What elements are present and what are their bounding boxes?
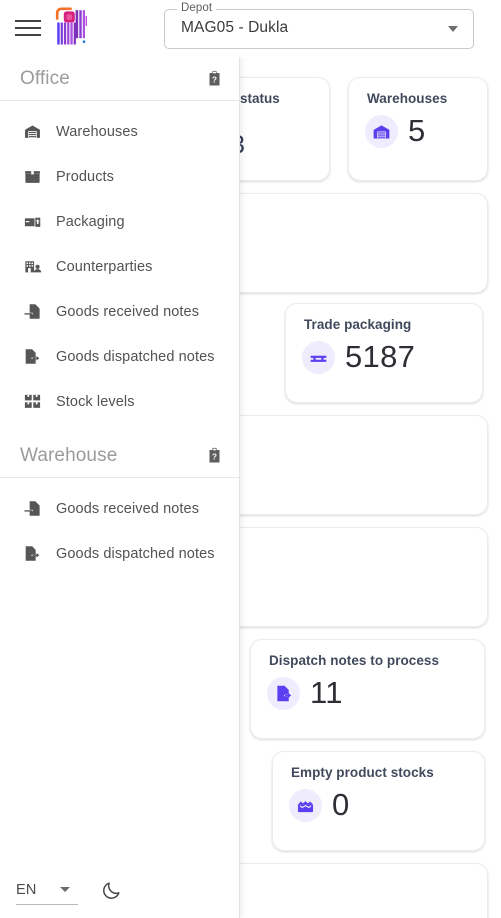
sidebar-item-wh-goods-dispatched-notes[interactable]: Goods dispatched notes <box>0 531 239 576</box>
stat-card-dispatch-notes[interactable]: Dispatch notes to process 11 <box>250 639 485 739</box>
stat-card-warehouses[interactable]: Warehouses 5 <box>348 77 488 181</box>
app-root: n status 3 Warehouses 5 <box>0 0 501 918</box>
sidebar-item-label: Stock levels <box>56 393 135 410</box>
sidebar-item-label: Goods dispatched notes <box>56 545 215 562</box>
goods-dispatched-icon <box>267 676 300 710</box>
stat-card-value: 5 <box>408 113 426 148</box>
drawer-footer: EN <box>0 862 239 918</box>
stat-card-title: Warehouses <box>367 91 448 106</box>
clipboard-help-icon[interactable]: ? <box>205 446 223 465</box>
goods-dispatched-icon <box>20 345 44 369</box>
dark-mode-toggle[interactable] <box>96 875 126 905</box>
menu-bar <box>15 20 41 22</box>
stat-card-title: Dispatch notes to process <box>269 653 440 668</box>
menu-bar <box>15 27 41 29</box>
svg-text:?: ? <box>212 76 217 85</box>
package-icon <box>20 165 44 189</box>
sidebar-item-goods-dispatched-notes[interactable]: Goods dispatched notes <box>0 334 239 379</box>
goods-dispatched-icon <box>20 542 44 566</box>
sidebar-item-warehouses[interactable]: Warehouses <box>0 109 239 154</box>
stat-card-value: 5187 <box>345 339 416 374</box>
barcode-logo[interactable] <box>54 5 90 49</box>
sidebar-item-label: Warehouses <box>56 123 138 140</box>
stat-card-title: Empty product stocks <box>291 765 434 780</box>
sidebar-item-products[interactable]: Products <box>0 154 239 199</box>
pallet-icon <box>302 340 335 374</box>
stat-card-value: 11 <box>310 675 343 710</box>
sidebar-item-goods-received-notes[interactable]: Goods received notes <box>0 289 239 334</box>
chevron-down-icon <box>60 887 70 892</box>
warehouse-icon <box>365 114 398 148</box>
sidebar-item-stock-levels[interactable]: Stock levels <box>0 379 239 424</box>
top-app-bar: Depot MAG05 - Dukla <box>0 0 501 57</box>
sidebar-item-label: Counterparties <box>56 258 153 275</box>
sidebar-item-packaging[interactable]: Packaging <box>0 199 239 244</box>
depot-select-label: Depot <box>177 2 217 14</box>
sidebar-item-label: Products <box>56 168 115 185</box>
svg-text:?: ? <box>212 453 217 462</box>
language-select[interactable]: EN <box>16 875 78 905</box>
navigation-drawer: Office ? Warehouses Products Packaging C… <box>0 57 240 918</box>
warehouse-icon <box>20 120 44 144</box>
sidebar-item-label: Goods received notes <box>56 303 200 320</box>
sidebar-item-counterparties[interactable]: Counterparties <box>0 244 239 289</box>
stat-card-title: Trade packaging <box>304 317 412 332</box>
clipboard-help-icon[interactable]: ? <box>205 69 223 88</box>
goods-received-icon <box>20 497 44 521</box>
stat-card-body: 11 <box>267 676 343 710</box>
stat-card-value: 0 <box>332 787 350 822</box>
sidebar-item-label: Packaging <box>56 213 125 230</box>
counterparties-icon <box>20 255 44 279</box>
menu-bar <box>15 34 41 36</box>
sidebar-section-office: Office ? <box>0 57 239 101</box>
depot-select-value: MAG05 - Dukla <box>181 19 289 36</box>
sidebar-item-wh-goods-received-notes[interactable]: Goods received notes <box>0 486 239 531</box>
sidebar-item-label: Goods received notes <box>56 500 200 517</box>
sidebar-section-title: Warehouse <box>20 444 118 466</box>
sidebar-section-title: Office <box>20 67 70 89</box>
packaging-icon <box>20 210 44 234</box>
goods-received-icon <box>20 300 44 324</box>
stat-card-body: 5187 <box>302 340 415 374</box>
menu-icon[interactable] <box>15 16 41 40</box>
depot-select[interactable]: Depot MAG05 - Dukla <box>164 2 474 49</box>
stat-card-trade-packaging[interactable]: Trade packaging 5187 <box>285 303 483 403</box>
stock-levels-icon <box>20 390 44 414</box>
sidebar-section-warehouse: Warehouse ? <box>0 434 239 478</box>
open-box-icon <box>289 788 322 822</box>
language-value: EN <box>16 881 37 898</box>
stat-card-body: 0 <box>289 788 350 822</box>
stat-card-empty-product-stocks[interactable]: Empty product stocks 0 <box>272 751 485 851</box>
chevron-down-icon[interactable] <box>448 26 458 32</box>
sidebar-item-label: Goods dispatched notes <box>56 348 215 365</box>
stat-card-body: 5 <box>365 114 426 148</box>
